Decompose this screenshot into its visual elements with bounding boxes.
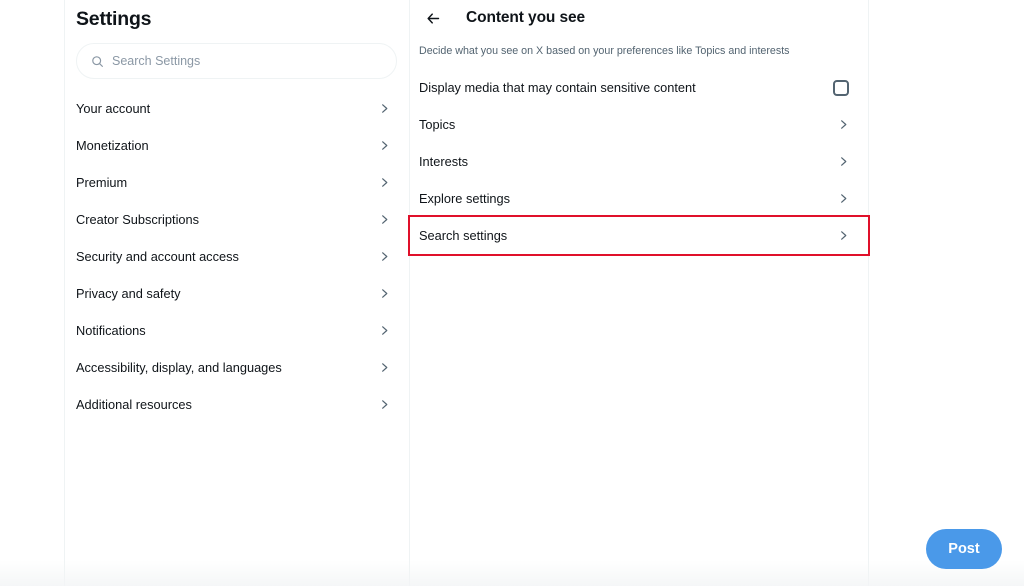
chevron-right-icon xyxy=(379,103,390,114)
chevron-right-icon xyxy=(838,230,849,241)
chevron-right-icon xyxy=(379,362,390,373)
content-subtitle: Decide what you see on X based on your p… xyxy=(419,45,790,57)
search-container xyxy=(65,31,409,79)
post-button[interactable]: Post xyxy=(926,529,1002,569)
chevron-right-icon xyxy=(379,288,390,299)
sidebar-item-label: Premium xyxy=(76,174,128,190)
sidebar-item-label: Monetization xyxy=(76,137,149,153)
sidebar-item-additional-resources[interactable]: Additional resources xyxy=(65,386,409,423)
left-gutter xyxy=(0,0,65,586)
back-button[interactable] xyxy=(418,3,448,33)
option-row-search-settings[interactable]: Search settings xyxy=(408,215,870,256)
content-header: Content you see xyxy=(410,0,868,34)
search-input[interactable] xyxy=(112,54,382,68)
sensitive-media-checkbox[interactable] xyxy=(833,79,849,96)
settings-nav-list: Your account Monetization Premium Creato… xyxy=(65,90,409,423)
option-row-explore-settings[interactable]: Explore settings xyxy=(410,180,868,217)
chevron-right-icon xyxy=(379,251,390,262)
right-gutter xyxy=(869,0,1024,586)
content-panel: Content you see Decide what you see on X… xyxy=(408,0,870,586)
option-label: Topics xyxy=(419,116,456,132)
chevron-right-icon xyxy=(379,140,390,151)
arrow-left-icon xyxy=(426,11,441,26)
sidebar-item-your-account[interactable]: Your account xyxy=(65,90,409,127)
sidebar-item-creator-subscriptions[interactable]: Creator Subscriptions xyxy=(65,201,409,238)
chevron-right-icon xyxy=(838,119,849,130)
option-label: Interests xyxy=(419,153,469,169)
chevron-right-icon xyxy=(838,156,849,167)
sidebar-item-premium[interactable]: Premium xyxy=(65,164,409,201)
sidebar-item-label: Accessibility, display, and languages xyxy=(76,359,282,375)
option-label: Search settings xyxy=(419,227,508,243)
option-row-interests[interactable]: Interests xyxy=(410,143,868,180)
content-options-list: Display media that may contain sensitive… xyxy=(408,69,870,256)
sidebar-item-label: Your account xyxy=(76,100,151,116)
option-label: Display media that may contain sensitive… xyxy=(419,79,696,95)
sidebar-item-label: Security and account access xyxy=(76,248,239,264)
sidebar-item-notifications[interactable]: Notifications xyxy=(65,312,409,349)
sidebar-item-privacy-and-safety[interactable]: Privacy and safety xyxy=(65,275,409,312)
search-settings-box[interactable] xyxy=(76,43,397,79)
sidebar-item-monetization[interactable]: Monetization xyxy=(65,127,409,164)
sidebar-item-label: Additional resources xyxy=(76,396,192,412)
content-title: Content you see xyxy=(466,9,586,26)
settings-sidebar: Settings Your account Mone xyxy=(65,0,410,586)
chevron-right-icon xyxy=(379,325,390,336)
sidebar-item-label: Privacy and safety xyxy=(76,285,181,301)
search-icon xyxy=(91,55,104,68)
chevron-right-icon xyxy=(379,399,390,410)
sidebar-item-security-and-account-access[interactable]: Security and account access xyxy=(65,238,409,275)
option-label: Explore settings xyxy=(419,190,511,206)
option-row-topics[interactable]: Topics xyxy=(410,106,868,143)
chevron-right-icon xyxy=(379,177,390,188)
sidebar-item-label: Creator Subscriptions xyxy=(76,211,200,227)
sidebar-item-accessibility-display-and-languages[interactable]: Accessibility, display, and languages xyxy=(65,349,409,386)
chevron-right-icon xyxy=(379,214,390,225)
page-title: Settings xyxy=(76,8,152,30)
sidebar-item-label: Notifications xyxy=(76,322,146,338)
option-row-display-sensitive-media[interactable]: Display media that may contain sensitive… xyxy=(410,69,868,106)
settings-page: Settings Your account Mone xyxy=(0,0,1024,586)
chevron-right-icon xyxy=(838,193,849,204)
